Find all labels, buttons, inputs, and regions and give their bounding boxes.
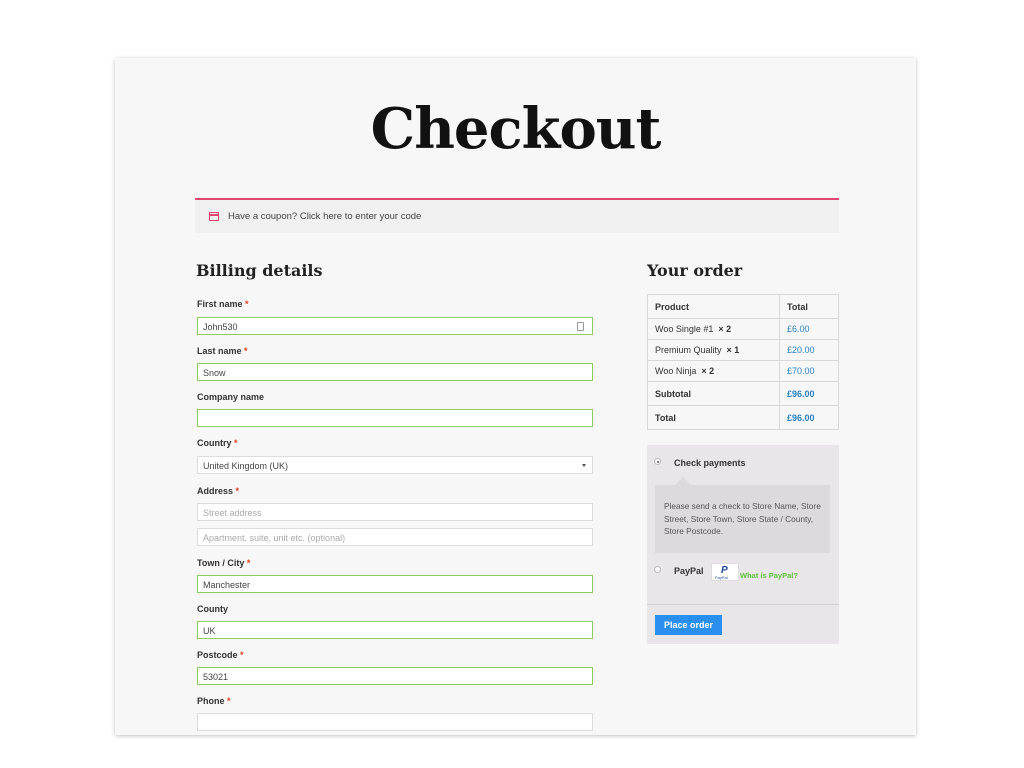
- coupon-notice: Have a coupon? Click here to enter your …: [195, 198, 839, 233]
- product-qty: × 2: [701, 366, 715, 376]
- coupon-link[interactable]: Click here to enter your code: [300, 211, 421, 222]
- paypal-radio[interactable]: [654, 566, 661, 573]
- address-label-text: Address: [197, 486, 234, 496]
- total-value: £96.00: [779, 405, 839, 430]
- country-label-text: Country: [197, 438, 232, 448]
- city-value: Manchester: [203, 580, 251, 590]
- calendar-icon: [209, 212, 219, 221]
- product-name: Premium Quality: [655, 345, 722, 355]
- address-label: Address *: [197, 486, 239, 496]
- chevron-down-icon: [582, 464, 586, 467]
- paypal-logo-icon: P PayPal: [711, 563, 739, 581]
- country-value: United Kingdom (UK): [203, 461, 289, 471]
- billing-heading: Billing details: [196, 261, 323, 280]
- subtotal-row: Subtotal £96.00: [647, 381, 839, 406]
- product-name: Woo Single #1: [655, 324, 714, 334]
- product-total: £6.00: [779, 318, 839, 340]
- product-cell: Premium Quality × 1: [647, 339, 780, 361]
- address-line2-field[interactable]: Apartment, suite, unit etc. (optional): [197, 528, 593, 546]
- company-name-label: Company name: [197, 392, 265, 402]
- checkout-page: Checkout Have a coupon? Click here to en…: [115, 58, 916, 735]
- coupon-text: Have a coupon? Click here to enter your …: [228, 211, 421, 222]
- country-select[interactable]: United Kingdom (UK): [197, 456, 593, 474]
- paypal-label[interactable]: PayPal: [674, 566, 704, 576]
- table-row: Woo Single #1 × 2 £6.00: [647, 318, 839, 340]
- place-order-button[interactable]: Place order: [655, 615, 722, 635]
- divider: [647, 604, 839, 605]
- order-table: Product Total Woo Single #1 × 2 £6.00 Pr…: [647, 294, 839, 430]
- last-name-label-text: Last name: [197, 346, 242, 356]
- product-total: £20.00: [779, 339, 839, 361]
- check-payments-description: Please send a check to Store Name, Store…: [655, 477, 830, 553]
- country-label: Country *: [197, 438, 238, 448]
- street-address-placeholder: Street address: [203, 508, 262, 518]
- postcode-label-text: Postcode: [197, 650, 238, 660]
- table-row: Premium Quality × 1 £20.00: [647, 339, 839, 361]
- total-label: Total: [647, 405, 780, 430]
- order-header-row: Product Total: [647, 294, 839, 319]
- first-name-value: John530: [203, 322, 238, 332]
- paypal-logo-text: PayPal: [715, 575, 728, 580]
- product-column-header: Product: [647, 294, 780, 319]
- required-mark: *: [240, 650, 244, 660]
- city-label-text: Town / City: [197, 558, 245, 568]
- first-name-label: First name *: [197, 299, 249, 309]
- company-name-field[interactable]: [197, 409, 593, 427]
- product-qty: × 2: [718, 324, 732, 334]
- subtotal-value: £96.00: [779, 381, 839, 406]
- first-name-field[interactable]: John530: [197, 317, 593, 335]
- payment-methods: Check payments Please send a check to St…: [647, 445, 839, 644]
- last-name-label: Last name *: [197, 346, 248, 356]
- autofill-icon[interactable]: [577, 322, 584, 331]
- total-row: Total £96.00: [647, 405, 839, 430]
- required-mark: *: [234, 438, 238, 448]
- product-qty: × 1: [726, 345, 740, 355]
- product-cell: Woo Ninja × 2: [647, 360, 780, 382]
- required-mark: *: [246, 558, 251, 568]
- what-is-paypal-link[interactable]: What is PayPal?: [740, 571, 798, 580]
- phone-label-text: Phone: [197, 696, 225, 706]
- required-mark: *: [227, 696, 231, 706]
- required-mark: *: [235, 486, 240, 496]
- phone-label: Phone *: [197, 696, 231, 706]
- order-heading: Your order: [647, 261, 743, 280]
- product-total: £70.00: [779, 360, 839, 382]
- required-mark: *: [244, 346, 248, 356]
- coupon-prefix: Have a coupon?: [228, 211, 298, 222]
- postcode-value: 53021: [203, 672, 229, 682]
- county-value: UK: [203, 626, 216, 636]
- product-name: Woo Ninja: [655, 366, 697, 376]
- county-field[interactable]: UK: [197, 621, 593, 639]
- last-name-value: Snow: [203, 368, 226, 378]
- first-name-label-text: First name: [197, 299, 243, 309]
- product-cell: Woo Single #1 × 2: [647, 318, 780, 340]
- postcode-field[interactable]: 53021: [197, 667, 593, 685]
- postcode-label: Postcode *: [197, 650, 244, 660]
- phone-field[interactable]: [197, 713, 593, 731]
- total-column-header: Total: [779, 294, 839, 319]
- check-payments-radio[interactable]: [654, 458, 661, 465]
- county-label: County: [197, 604, 228, 614]
- city-field[interactable]: Manchester: [197, 575, 593, 593]
- address-line2-placeholder: Apartment, suite, unit etc. (optional): [203, 533, 346, 543]
- street-address-field[interactable]: Street address: [197, 503, 593, 521]
- table-row: Woo Ninja × 2 £70.00: [647, 360, 839, 382]
- check-payments-label[interactable]: Check payments: [674, 458, 746, 468]
- subtotal-label: Subtotal: [647, 381, 780, 406]
- last-name-field[interactable]: Snow: [197, 363, 593, 381]
- page-title: Checkout: [370, 96, 662, 162]
- city-label: Town / City *: [197, 558, 250, 568]
- required-mark: *: [245, 299, 249, 309]
